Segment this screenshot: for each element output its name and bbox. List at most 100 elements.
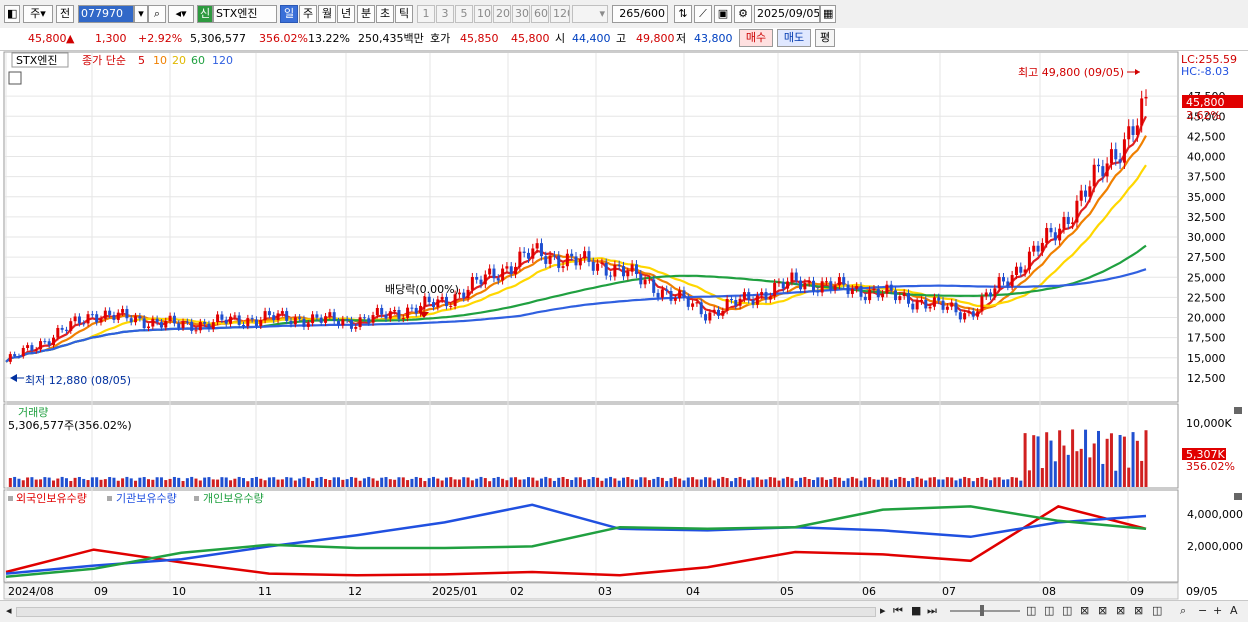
interval-1-button[interactable]: 1 [417, 5, 435, 23]
tool-icon-5[interactable]: ⊠ [1098, 604, 1107, 618]
zoom-in-icon[interactable]: + [1213, 604, 1222, 618]
period-month-button[interactable]: 월 [318, 5, 336, 23]
buy-button[interactable]: 매수 [739, 29, 773, 47]
volume-bar [656, 476, 660, 487]
calendar-icon[interactable]: ▦ [820, 5, 836, 23]
interval-3-button[interactable]: 3 [436, 5, 454, 23]
volume-bar [665, 481, 669, 487]
rewind-icon[interactable]: ⏮ [893, 604, 903, 618]
tool-icon-2[interactable]: ◫ [1044, 604, 1054, 618]
interval-dropdown[interactable]: ▾ [572, 5, 608, 23]
volume-bar [64, 478, 68, 487]
candle-body [1135, 125, 1139, 135]
volume-bar [842, 480, 846, 487]
tool-icon-6[interactable]: ⊠ [1116, 604, 1125, 618]
grid-toggle-icon[interactable] [8, 71, 22, 85]
candle-body [630, 264, 634, 272]
tool-icon-8[interactable]: ◫ [1152, 604, 1162, 618]
volume-bar [518, 479, 522, 487]
scroll-right-icon[interactable]: ▸ [880, 604, 886, 618]
candle-body [1127, 126, 1131, 140]
period-year-button[interactable]: 년 [337, 5, 355, 23]
candle-body [833, 285, 837, 290]
candle-body [889, 284, 893, 291]
legend-stock-name: STX엔진 [16, 54, 57, 67]
candle-body [142, 318, 146, 329]
speaker-icon[interactable]: ◂▾ [168, 5, 194, 23]
ask-label: 호가 [430, 32, 451, 45]
candle-body [725, 299, 729, 311]
window-menu-icon[interactable]: ◧ [4, 5, 20, 23]
search-icon[interactable]: ⌕ [148, 5, 166, 23]
gear-icon[interactable]: ⚙ [734, 5, 752, 23]
period-type-dropdown[interactable]: 주▾ [23, 5, 53, 23]
candle-body [902, 293, 906, 297]
volume-panel-close-icon[interactable] [1234, 407, 1242, 414]
horizontal-scrollbar[interactable] [16, 607, 876, 617]
period-minute-button[interactable]: 분 [357, 5, 375, 23]
volume-bar [1105, 438, 1109, 487]
volume-bar [52, 480, 55, 487]
candle-body [324, 316, 328, 323]
candle-body [164, 320, 168, 328]
interval-10-button[interactable]: 10 [474, 5, 492, 23]
volume-bar [1053, 461, 1057, 487]
stop-icon[interactable]: ■ [911, 604, 921, 618]
volume-bar [1109, 433, 1113, 487]
avg-button[interactable]: 평 [815, 29, 835, 47]
interval-20-button[interactable]: 20 [493, 5, 511, 23]
tool-icon-1[interactable]: ◫ [1026, 604, 1036, 618]
tool-icon-4[interactable]: ⊠ [1080, 604, 1089, 618]
volume-bar [319, 476, 323, 487]
candle-body [941, 300, 945, 310]
period-day-button[interactable]: 일 [280, 5, 298, 23]
zoom-slider-handle[interactable] [980, 605, 984, 616]
font-size-icon[interactable]: A [1230, 604, 1238, 618]
legend-ma-60: 60 [191, 54, 205, 67]
count-field[interactable]: 265/600 [612, 5, 668, 23]
period-second-button[interactable]: 초 [376, 5, 394, 23]
date-field[interactable]: 2025/09/05 [754, 5, 820, 23]
interval-60-button[interactable]: 60 [531, 5, 549, 23]
price-tick-label: 40,000 [1187, 151, 1226, 164]
forward-icon[interactable]: ⏭ [927, 604, 937, 618]
candle-body [181, 321, 185, 328]
candle-body [647, 279, 651, 281]
prev-button[interactable]: 전 [56, 5, 74, 23]
sell-button[interactable]: 매도 [777, 29, 811, 47]
x-tick-label: 06 [862, 585, 876, 598]
interval-120-button[interactable]: 120 [550, 5, 570, 23]
period-type-label: 주 [30, 7, 41, 20]
volume-bar [427, 478, 431, 487]
volume-bar [475, 478, 479, 487]
code-dropdown-icon[interactable]: ▾ [134, 5, 148, 23]
stock-name-field[interactable]: STX엔진 [213, 5, 277, 23]
candle-body [583, 251, 587, 259]
price-tick-label: 32,500 [1187, 211, 1226, 224]
zoom-search-icon[interactable]: ⌕ [1180, 604, 1186, 618]
interval-30-button[interactable]: 30 [512, 5, 530, 23]
stock-code-input[interactable]: 077970 [78, 5, 134, 23]
volume-bar [583, 479, 587, 487]
volume-bar [26, 477, 30, 487]
volume-bar [259, 478, 263, 487]
candle-body [185, 321, 189, 323]
tool-icon-3[interactable]: ◫ [1062, 604, 1072, 618]
draw-tools-icon[interactable]: ⟋ [694, 5, 712, 23]
chart-tools-icon[interactable]: ⇅ [674, 5, 692, 23]
interval-5-button[interactable]: 5 [455, 5, 473, 23]
period-week-button[interactable]: 주 [299, 5, 317, 23]
volume-bar [108, 477, 112, 487]
period-tick-button[interactable]: 틱 [395, 5, 413, 23]
holdings-panel-close-icon[interactable] [1234, 493, 1242, 500]
tool-icon-7[interactable]: ⊠ [1134, 604, 1143, 618]
scroll-left-icon[interactable]: ◂ [6, 604, 12, 618]
save-icon[interactable]: ▣ [714, 5, 732, 23]
zoom-slider[interactable] [950, 610, 1020, 612]
stock-chart[interactable]: 12,500 15,000 17,500 20,000 22,500 25,000 27,5… [0, 50, 1248, 600]
candle-body [436, 299, 440, 308]
candle-body [345, 319, 349, 321]
volume-bar [440, 480, 444, 487]
zoom-out-icon[interactable]: − [1198, 604, 1207, 618]
candle-body [69, 321, 73, 331]
